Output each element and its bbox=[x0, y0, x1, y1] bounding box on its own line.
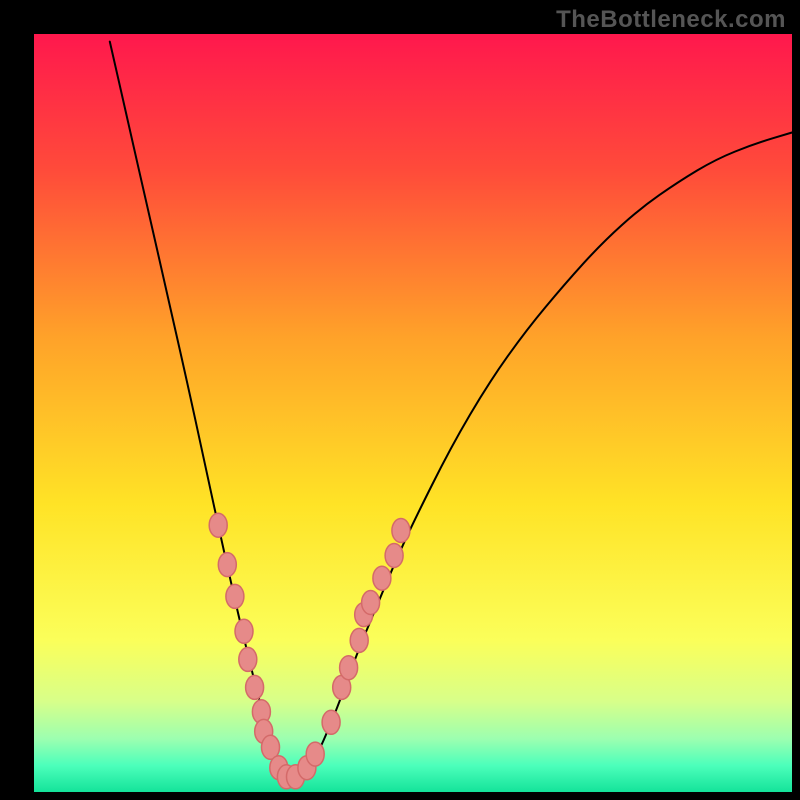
plot-background bbox=[34, 34, 792, 792]
curve-marker bbox=[246, 675, 264, 699]
curve-marker bbox=[340, 656, 358, 680]
bottleneck-chart bbox=[0, 0, 800, 800]
curve-marker bbox=[306, 742, 324, 766]
watermark-text: TheBottleneck.com bbox=[556, 6, 786, 34]
curve-marker bbox=[392, 519, 410, 543]
curve-marker bbox=[373, 566, 391, 590]
curve-marker bbox=[235, 619, 253, 643]
curve-marker bbox=[362, 591, 380, 615]
chart-stage: TheBottleneck.com bbox=[0, 0, 800, 800]
curve-marker bbox=[226, 584, 244, 608]
curve-marker bbox=[209, 513, 227, 537]
curve-marker bbox=[350, 628, 368, 652]
curve-marker bbox=[385, 544, 403, 568]
curve-marker bbox=[322, 710, 340, 734]
curve-marker bbox=[218, 553, 236, 577]
curve-marker bbox=[239, 647, 257, 671]
